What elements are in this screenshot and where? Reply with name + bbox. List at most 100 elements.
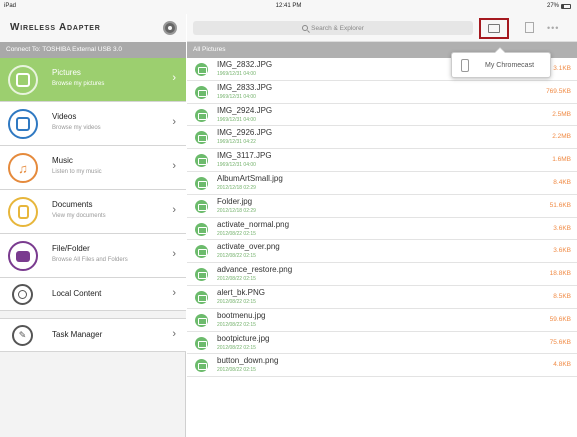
file-date: 1969/12/31 04:22 xyxy=(217,139,256,146)
cast-button[interactable] xyxy=(479,18,509,39)
sidebar-item-videos[interactable]: Videos Browse my videos › xyxy=(0,102,186,146)
file-date: 2012/08/22 02:15 xyxy=(217,321,256,328)
chevron-right-icon: › xyxy=(172,248,176,260)
battery-status: 27% xyxy=(547,3,571,9)
file-size: 3.6KB xyxy=(553,247,571,255)
list-item[interactable]: IMG_2926.JPG 1969/12/31 04:22 2.2MB xyxy=(187,126,577,150)
picture-icon xyxy=(8,65,38,95)
sidebar-item-subtitle: View my documents xyxy=(52,213,106,219)
film-icon xyxy=(8,109,38,139)
chevron-right-icon: › xyxy=(172,116,176,128)
cast-device-popup: My Chromecast xyxy=(451,47,551,78)
sidebar-item-title: Documents xyxy=(52,200,93,209)
document-icon xyxy=(8,197,38,227)
file-date: 2012/08/22 02:15 xyxy=(217,276,256,283)
sidebar-item-title: Pictures xyxy=(52,68,81,77)
sidebar-item-title: Task Manager xyxy=(52,330,103,339)
gear-icon[interactable] xyxy=(163,21,177,35)
local-content-icon xyxy=(12,284,33,305)
image-file-icon xyxy=(195,176,208,190)
file-size: 1.6MB xyxy=(552,156,571,164)
file-size: 769.5KB xyxy=(546,87,571,95)
image-file-icon xyxy=(195,313,208,327)
sidebar-item-documents[interactable]: Documents View my documents › xyxy=(0,190,186,234)
file-name: IMG_2924.JPG xyxy=(217,105,273,115)
list-item[interactable]: IMG_2924.JPG 1969/12/31 04:00 2.5MB xyxy=(187,104,577,127)
app-title: Wireless Adapter xyxy=(10,22,101,33)
nav-list: Pictures Browse my pictures › Videos Bro… xyxy=(0,58,186,352)
sidebar-item-subtitle: Browse my pictures xyxy=(52,81,105,87)
list-item[interactable]: Folder.jpg 2012/12/18 02:29 51.6KB xyxy=(187,195,577,218)
file-size: 8.4KB xyxy=(553,178,571,186)
search-icon xyxy=(302,25,309,31)
battery-percent: 27% xyxy=(546,3,559,9)
file-name: activate_normal.png xyxy=(217,219,290,229)
document-view-icon[interactable] xyxy=(525,22,534,33)
file-size: 59.6KB xyxy=(549,315,571,323)
list-item[interactable]: activate_normal.png 2012/08/22 02:15 3.6KB xyxy=(187,218,577,241)
image-file-icon xyxy=(195,222,208,236)
file-size: 2.2MB xyxy=(552,133,571,141)
sidebar-item-file-folder[interactable]: File/Folder Browse All Files and Folders… xyxy=(0,234,186,278)
file-name: activate_over.png xyxy=(217,242,280,252)
file-date: 1969/12/31 04:00 xyxy=(217,93,256,100)
sidebar-item-title: Music xyxy=(52,156,73,165)
file-date: 2012/08/22 02:15 xyxy=(217,344,256,351)
image-file-icon xyxy=(195,268,208,282)
chevron-right-icon: › xyxy=(172,204,176,216)
chevron-right-icon: › xyxy=(172,160,176,172)
status-bar: iPad 12:41 PM 27% xyxy=(0,0,577,14)
file-size: 3.1KB xyxy=(553,65,571,72)
app-header: Wireless Adapter xyxy=(0,14,186,42)
chevron-right-icon: › xyxy=(172,287,176,299)
image-file-icon xyxy=(195,85,208,99)
file-list: IMG_2832.JPG 1969/12/31 04:00 3.1KB IMG_28… xyxy=(187,58,577,378)
sidebar: Wireless Adapter Connect To: TOSHIBA Ext… xyxy=(0,14,186,437)
file-name: Folder.jpg xyxy=(217,196,253,206)
file-size: 75.6KB xyxy=(549,338,571,346)
sidebar-item-pictures[interactable]: Pictures Browse my pictures › xyxy=(0,58,186,102)
search-input[interactable]: Search & Explorer xyxy=(193,21,473,35)
list-item[interactable]: activate_over.png 2012/08/22 02:15 3.6KB xyxy=(187,240,577,264)
file-name: IMG_2833.JPG xyxy=(217,82,273,92)
cast-device-option[interactable]: My Chromecast xyxy=(485,62,534,69)
nav-spacer xyxy=(0,311,186,319)
file-size: 3.6KB xyxy=(553,224,571,232)
list-item[interactable]: bootmenu.jpg 2012/08/22 02:15 59.6KB xyxy=(187,309,577,332)
file-name: IMG_2832.JPG xyxy=(217,60,273,69)
list-item[interactable]: advance_restore.png 2012/08/22 02:15 18.8K… xyxy=(187,263,577,286)
list-item[interactable]: IMG_3117.JPG 1969/12/31 04:00 1.6MB xyxy=(187,149,577,172)
sidebar-item-music[interactable]: ♫ Music Listen to my music › xyxy=(0,146,186,190)
list-item[interactable]: AlbumArtSmall.jpg 2012/12/18 02:29 8.4KB xyxy=(187,172,577,195)
toolbar: Search & Explorer ••• xyxy=(187,14,577,42)
file-date: 1969/12/31 04:00 xyxy=(217,162,256,169)
image-file-icon xyxy=(195,108,208,122)
list-item[interactable]: IMG_2833.JPG 1969/12/31 04:00 769.5KB xyxy=(187,81,577,104)
file-name: IMG_2926.JPG xyxy=(217,128,273,138)
list-item[interactable]: bootpicture.jpg 2012/08/22 02:15 75.6KB xyxy=(187,332,577,355)
sidebar-item-subtitle: Browse All Files and Folders xyxy=(52,257,128,263)
file-size: 51.6KB xyxy=(549,201,571,209)
chevron-right-icon: › xyxy=(172,328,176,340)
sidebar-item-title: File/Folder xyxy=(52,244,90,253)
image-file-icon xyxy=(195,154,208,168)
file-date: 2012/12/18 02:29 xyxy=(217,184,256,191)
connect-bar: Connect To: TOSHIBA External USB 3.0 xyxy=(0,42,186,58)
folder-icon xyxy=(8,241,38,271)
file-size: 4.8KB xyxy=(553,361,571,369)
file-size: 2.5MB xyxy=(552,110,571,118)
list-item[interactable]: button_down.png 2012/08/22 02:15 4.8KB xyxy=(187,354,577,378)
image-file-icon xyxy=(195,336,208,350)
file-name: alert_bk.PNG xyxy=(217,287,266,297)
more-icon[interactable]: ••• xyxy=(547,23,559,33)
search-placeholder: Search & Explorer xyxy=(311,24,364,32)
file-date: 2012/12/18 02:29 xyxy=(217,207,256,214)
image-file-icon xyxy=(195,131,208,145)
music-note-icon: ♫ xyxy=(8,153,38,183)
sidebar-item-task-manager[interactable]: ✎ Task Manager › xyxy=(0,319,186,352)
file-name: bootmenu.jpg xyxy=(217,310,266,320)
list-item[interactable]: alert_bk.PNG 2012/08/22 02:15 8.5KB xyxy=(187,286,577,309)
task-manager-icon: ✎ xyxy=(12,325,33,346)
sidebar-item-local-content[interactable]: Local Content › xyxy=(0,278,186,311)
file-name: button_down.png xyxy=(217,356,279,366)
